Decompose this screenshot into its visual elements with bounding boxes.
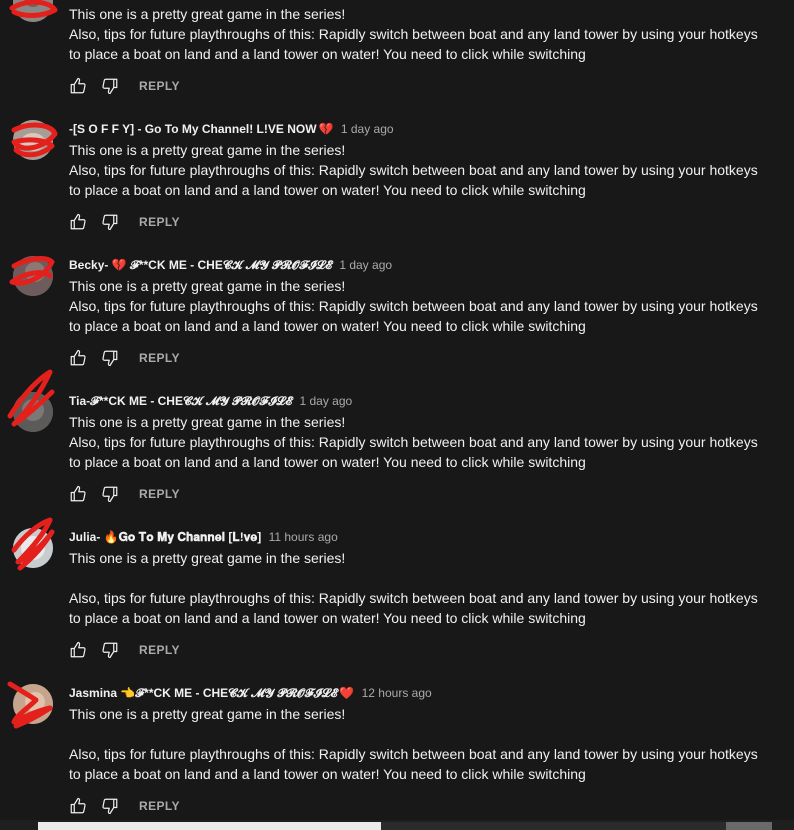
thumbs-down-icon[interactable] xyxy=(101,213,119,231)
thumbs-up-icon[interactable] xyxy=(69,797,87,815)
thumbs-up-icon[interactable] xyxy=(69,349,87,367)
comment-header: -[S O F F Y] - Go To My Channel! L!VE NO… xyxy=(69,118,789,140)
comment-header: Tia-𝓕**CK ME - CHE𝓒𝓚 𝓜𝓨 𝓟𝓡𝓞𝓕𝓘𝓛𝓔 1 day ag… xyxy=(69,390,789,412)
avatar[interactable] xyxy=(13,684,53,724)
comment-text: This one is a pretty great game in the s… xyxy=(69,414,758,470)
heart-badge: ❤️ xyxy=(339,686,355,700)
comment-actions: REPLY xyxy=(69,348,180,368)
reply-button[interactable]: REPLY xyxy=(139,643,180,657)
author-name[interactable]: Jasmina 👈𝓕**CK ME - CHE𝓒𝓚 𝓜𝓨 𝓟𝓡𝓞𝓕𝓘𝓛𝓔 xyxy=(69,686,337,700)
thumbs-down-icon[interactable] xyxy=(101,77,119,95)
avatar[interactable] xyxy=(13,392,53,432)
timestamp[interactable]: 1 day ago xyxy=(341,122,394,136)
thumbs-up-icon[interactable] xyxy=(69,641,87,659)
comment-actions: REPLY xyxy=(69,484,180,504)
scrollbar-thumb-secondary[interactable] xyxy=(726,822,772,830)
reply-button[interactable]: REPLY xyxy=(139,799,180,813)
reply-button[interactable]: REPLY xyxy=(139,215,180,229)
heart-badge: 💔 xyxy=(318,122,334,136)
avatar[interactable] xyxy=(13,528,53,568)
comment-actions: REPLY xyxy=(69,212,180,232)
comment-text: This one is a pretty great game in the s… xyxy=(69,142,758,198)
thumbs-down-icon[interactable] xyxy=(101,349,119,367)
comment-actions: REPLY xyxy=(69,76,180,96)
avatar[interactable] xyxy=(13,120,53,160)
avatar[interactable] xyxy=(13,0,53,22)
reply-button[interactable]: REPLY xyxy=(139,487,180,501)
thumbs-up-icon[interactable] xyxy=(69,77,87,95)
horizontal-scrollbar[interactable] xyxy=(0,820,794,830)
comment-text: This one is a pretty great game in the s… xyxy=(69,278,758,334)
scrollbar-thumb[interactable] xyxy=(38,822,381,830)
comment-thread: This one is a pretty great game in the s… xyxy=(0,0,794,830)
thumbs-down-icon[interactable] xyxy=(101,797,119,815)
scrollbar-track[interactable] xyxy=(381,822,726,830)
author-name[interactable]: Becky- 💔 𝓕**CK ME - CHE𝓒𝓚 𝓜𝓨 𝓟𝓡𝓞𝓕𝓘𝓛𝓔 xyxy=(69,258,332,272)
timestamp[interactable]: 11 hours ago xyxy=(269,530,338,544)
author-name[interactable]: Tia-𝓕**CK ME - CHE𝓒𝓚 𝓜𝓨 𝓟𝓡𝓞𝓕𝓘𝓛𝓔 xyxy=(69,394,292,408)
avatar[interactable] xyxy=(13,256,53,296)
author-name[interactable]: Julia- 🔥𝐆𝐨 𝐓𝐨 𝐌𝐲 𝐂𝐡𝐚𝐧𝐧𝐞𝐥 [𝐋!𝐯𝐞] xyxy=(69,530,261,544)
timestamp[interactable]: 12 hours ago xyxy=(362,686,432,700)
thumbs-up-icon[interactable] xyxy=(69,485,87,503)
comment-actions: REPLY xyxy=(69,640,180,660)
timestamp[interactable]: 1 day ago xyxy=(299,394,352,408)
timestamp[interactable]: 1 day ago xyxy=(339,258,392,272)
comment-header: Becky- 💔 𝓕**CK ME - CHE𝓒𝓚 𝓜𝓨 𝓟𝓡𝓞𝓕𝓘𝓛𝓔 1 d… xyxy=(69,254,789,276)
comment-text: This one is a pretty great game in the s… xyxy=(69,6,758,62)
comment-header: Julia- 🔥𝐆𝐨 𝐓𝐨 𝐌𝐲 𝐂𝐡𝐚𝐧𝐧𝐞𝐥 [𝐋!𝐯𝐞] 11 hours… xyxy=(69,526,789,548)
comment-header: Jasmina 👈𝓕**CK ME - CHE𝓒𝓚 𝓜𝓨 𝓟𝓡𝓞𝓕𝓘𝓛𝓔 ❤️ 1… xyxy=(69,682,789,704)
thumbs-up-icon[interactable] xyxy=(69,213,87,231)
thumbs-down-icon[interactable] xyxy=(101,641,119,659)
author-name[interactable]: -[S O F F Y] - Go To My Channel! L!VE NO… xyxy=(69,122,317,136)
comment-text: This one is a pretty great game in the s… xyxy=(69,550,758,626)
reply-button[interactable]: REPLY xyxy=(139,79,180,93)
comment-actions: REPLY xyxy=(69,796,180,816)
comment-text: This one is a pretty great game in the s… xyxy=(69,706,758,782)
reply-button[interactable]: REPLY xyxy=(139,351,180,365)
thumbs-down-icon[interactable] xyxy=(101,485,119,503)
